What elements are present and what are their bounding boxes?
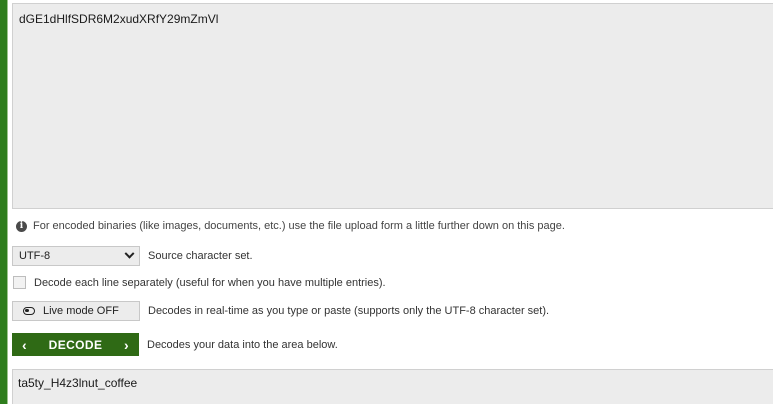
chevron-right-icon: › [123, 336, 129, 353]
result-output-textarea[interactable]: ta5ty_H4z3lnut_coffee [12, 369, 773, 404]
info-note: i For encoded binaries (like images, doc… [16, 219, 565, 233]
chevron-left-icon: ‹ [22, 336, 28, 353]
decode-label: DECODE [48, 337, 103, 352]
live-mode-row: Live mode OFF Decodes in real-time as yo… [12, 301, 549, 321]
decode-row: ‹ DECODE › Decodes your data into the ar… [12, 333, 338, 356]
info-text: For encoded binaries (like images, docum… [33, 220, 565, 232]
charset-description: Source character set. [148, 250, 253, 262]
charset-selected-value: UTF-8 [19, 250, 51, 262]
charset-select[interactable]: UTF-8 [12, 246, 140, 266]
separate-lines-row: Decode each line separately (useful for … [13, 276, 386, 289]
chevron-down-icon [124, 248, 135, 259]
info-icon: i [16, 220, 27, 232]
decode-button[interactable]: ‹ DECODE › [12, 333, 139, 356]
live-mode-description: Decodes in real-time as you type or past… [148, 305, 550, 317]
live-mode-button[interactable]: Live mode OFF [12, 301, 140, 321]
toggle-icon [23, 307, 35, 315]
separate-lines-label[interactable]: Decode each line separately (useful for … [34, 277, 386, 289]
source-input-textarea[interactable]: dGE1dHlfSDR6M2xudXRfY29mZmVl [12, 3, 773, 209]
separate-lines-checkbox[interactable] [13, 276, 26, 289]
decode-description: Decodes your data into the area below. [147, 338, 338, 351]
charset-row: UTF-8 Source character set. [12, 246, 253, 266]
left-accent-bar [0, 0, 8, 404]
live-mode-label: Live mode OFF [43, 305, 119, 317]
